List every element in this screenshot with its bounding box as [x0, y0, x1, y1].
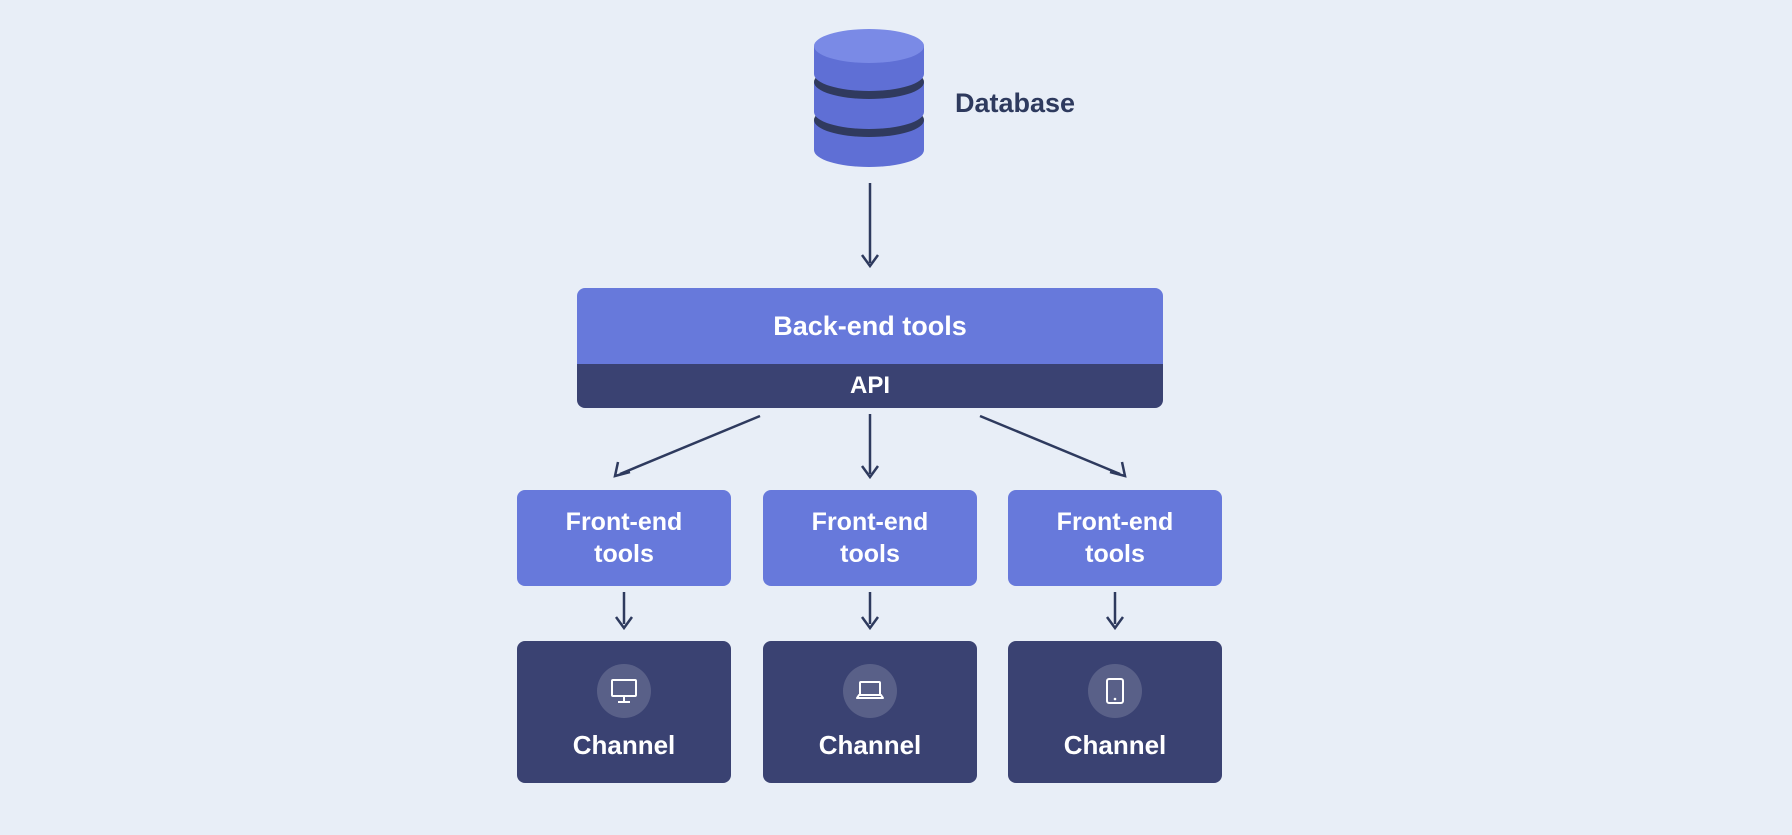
frontend-label-3: Front-end tools: [1057, 506, 1174, 571]
database-icon: [809, 28, 929, 168]
frontend-label-1: Front-end tools: [566, 506, 683, 571]
channel-box-1: Channel: [517, 641, 731, 783]
arrow-fe2-ch2: [858, 590, 882, 638]
arrow-fe1-ch1: [612, 590, 636, 638]
frontend-label-2: Front-end tools: [812, 506, 929, 571]
api-label: API: [850, 372, 890, 400]
frontend-box-1: Front-end tools: [517, 490, 731, 586]
arrow-fe3-ch3: [1103, 590, 1127, 638]
tablet-icon: [1088, 664, 1142, 718]
diagram-canvas: Database Back-end tools API Front-end to…: [0, 0, 1792, 835]
arrow-api-fe2: [858, 410, 882, 488]
laptop-icon: [843, 664, 897, 718]
channel-label-1: Channel: [573, 730, 676, 761]
channel-box-3: Channel: [1008, 641, 1222, 783]
backend-box: Back-end tools: [577, 288, 1163, 364]
api-box: API: [577, 364, 1163, 408]
arrow-db-backend: [858, 178, 882, 278]
channel-label-3: Channel: [1064, 730, 1167, 761]
channel-label-2: Channel: [819, 730, 922, 761]
frontend-box-2: Front-end tools: [763, 490, 977, 586]
arrow-api-fe3: [970, 410, 1140, 488]
backend-label: Back-end tools: [773, 311, 967, 342]
frontend-box-3: Front-end tools: [1008, 490, 1222, 586]
database-label: Database: [955, 88, 1075, 119]
channel-box-2: Channel: [763, 641, 977, 783]
desktop-icon: [597, 664, 651, 718]
arrow-api-fe1: [600, 410, 770, 488]
